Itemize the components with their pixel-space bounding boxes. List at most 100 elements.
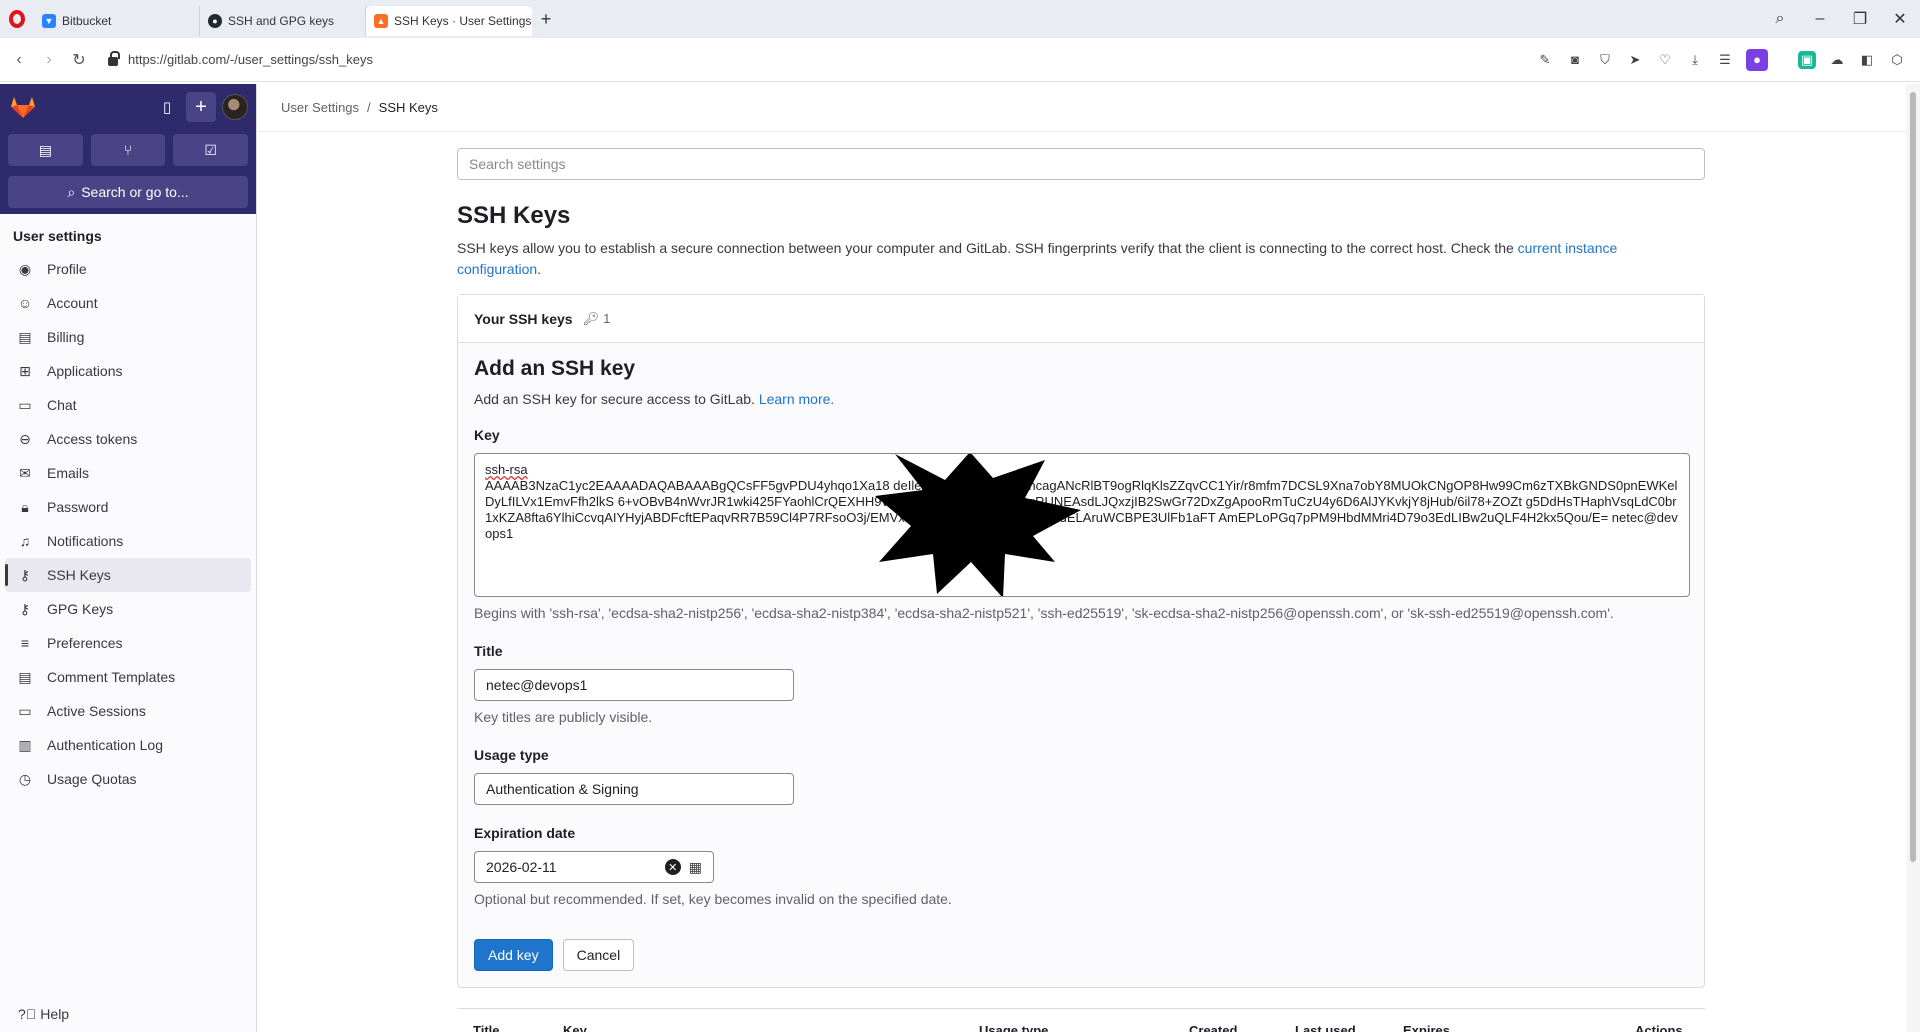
search-settings-input[interactable]: Search settings xyxy=(457,148,1705,180)
help-button[interactable]: ?⃝ Help xyxy=(18,1006,69,1022)
sidebar-item-chat[interactable]: ▭ Chat xyxy=(5,388,251,422)
browser-tab-gitlab[interactable]: ▲ SSH Keys · User Settings · G ✕ xyxy=(366,6,532,36)
comment-icon: ▤ xyxy=(18,668,32,685)
shield-icon[interactable]: ⛉ xyxy=(1596,51,1614,69)
back-icon[interactable]: ‹ xyxy=(4,51,34,69)
gitlab-favicon-icon: ▲ xyxy=(374,14,388,28)
sidebar-item-gpg-keys[interactable]: ⚷ GPG Keys xyxy=(5,592,251,626)
sidebar-section-title: User settings xyxy=(13,228,102,244)
merge-requests-icon[interactable]: ⑂ xyxy=(90,134,166,166)
expiration-date-label: Expiration date xyxy=(474,825,576,841)
sidebar-item-label: Password xyxy=(47,499,109,515)
monitor-icon: ▭ xyxy=(18,702,32,719)
gitlab-logo-icon[interactable] xyxy=(8,93,38,121)
browser-tab-github[interactable]: ● SSH and GPG keys xyxy=(200,6,366,36)
camera-icon[interactable]: ◙ xyxy=(1566,51,1584,69)
key-textarea[interactable]: ssh-rsa AAAAB3NzaC1yc2EAAAADAQABAAABgQCs… xyxy=(474,453,1690,597)
search-icon: ⌕ xyxy=(67,183,76,200)
sidebar-item-ssh-keys[interactable]: ⚷ SSH Keys xyxy=(5,558,251,592)
expiration-date-value: 2026-02-11 xyxy=(486,859,557,875)
sidebar-item-authentication-log[interactable]: ▥ Authentication Log xyxy=(5,728,251,762)
download-icon[interactable]: ⤓ xyxy=(1686,51,1704,69)
github-favicon-icon: ● xyxy=(208,14,222,28)
sidebar-item-emails[interactable]: ✉ Emails xyxy=(5,456,251,490)
sidebar-item-notifications[interactable]: ♫ Notifications xyxy=(5,524,251,558)
sidebar-item-billing[interactable]: ▤ Billing xyxy=(5,320,251,354)
breadcrumb: User Settings / SSH Keys xyxy=(258,84,1906,132)
forward-icon[interactable]: › xyxy=(34,51,64,69)
lock-icon xyxy=(108,51,120,66)
avatar[interactable] xyxy=(222,94,248,120)
minimize-window-icon[interactable]: – xyxy=(1800,10,1840,28)
sidebar-item-account[interactable]: ☺ Account xyxy=(5,286,251,320)
browser-tab-bitbucket[interactable]: ▼ Bitbucket xyxy=(34,6,200,36)
issues-icon[interactable]: ▤ xyxy=(8,134,83,166)
mail-icon: ✉ xyxy=(19,464,31,481)
key-icon: ⚷ xyxy=(19,566,31,583)
applications-icon: ⊞ xyxy=(19,362,31,379)
extension-colored-icon[interactable]: ◧ xyxy=(1858,51,1876,69)
page-scrollbar[interactable] xyxy=(1906,84,1920,1032)
create-new-button[interactable]: + xyxy=(186,92,216,122)
menu-icon[interactable]: ☰ xyxy=(1716,51,1734,69)
key-label: Key xyxy=(474,427,500,443)
sidebar-item-label: Preferences xyxy=(47,635,123,651)
restore-window-icon[interactable]: ❐ xyxy=(1840,9,1880,29)
sidebar-item-label: Access tokens xyxy=(47,431,138,447)
bitbucket-favicon-icon: ▼ xyxy=(42,14,56,28)
token-icon: ⊖ xyxy=(19,430,31,447)
cancel-button[interactable]: Cancel xyxy=(562,939,635,971)
card-title: Your SSH keys xyxy=(474,310,573,327)
preferences-icon: ≡ xyxy=(20,635,30,651)
breadcrumb-user-settings[interactable]: User Settings xyxy=(281,100,359,115)
breadcrumb-separator: / xyxy=(367,100,371,115)
chat-icon: ▭ xyxy=(18,396,32,413)
profile-icon: ◉ xyxy=(18,260,32,277)
toggle-sidebar-icon[interactable]: ▯ xyxy=(152,92,182,122)
log-icon: ▥ xyxy=(18,736,32,753)
sidebar-item-label: Account xyxy=(47,295,98,311)
add-key-button[interactable]: Add key xyxy=(474,939,553,971)
sidebar-item-comment-templates[interactable]: ▤ Comment Templates xyxy=(5,660,251,694)
profile-icon[interactable]: ● xyxy=(1746,48,1768,71)
sidebar-item-applications[interactable]: ⊞ Applications xyxy=(5,354,251,388)
todo-icon[interactable]: ☑ xyxy=(173,134,249,166)
key-icon: 🔑︎ xyxy=(582,310,600,326)
learn-more-link[interactable]: Learn more. xyxy=(759,391,834,407)
column-header-expires: Expires xyxy=(1403,1023,1450,1032)
sidebar-item-preferences[interactable]: ≡ Preferences xyxy=(5,626,251,660)
close-window-icon[interactable]: ✕ xyxy=(1880,9,1920,29)
sidebar-item-active-sessions[interactable]: ▭ Active Sessions xyxy=(5,694,251,728)
new-tab-button[interactable]: + xyxy=(532,9,560,30)
sidebar-item-label: Notifications xyxy=(47,533,124,549)
url-field[interactable]: https://gitlab.com/-/user_settings/ssh_k… xyxy=(108,51,373,67)
breadcrumb-ssh-keys[interactable]: SSH Keys xyxy=(379,100,438,115)
title-input[interactable]: netec@devops1 xyxy=(474,669,794,701)
form-heading: Add an SSH key xyxy=(474,357,636,380)
sidebar-item-usage-quotas[interactable]: ◷ Usage Quotas xyxy=(5,762,251,796)
sidebar-item-access-tokens[interactable]: ⊖ Access tokens xyxy=(5,422,251,456)
sidebar-item-profile[interactable]: ◉ Profile xyxy=(5,252,251,286)
expiration-date-input[interactable]: 2026-02-11 ✕ ▦ xyxy=(474,851,714,883)
heart-icon[interactable]: ♡ xyxy=(1656,51,1674,69)
ssh-keys-table-header: Title Key Usage type Created Last used E… xyxy=(457,1008,1705,1032)
account-icon: ☺ xyxy=(17,295,33,311)
edit-icon[interactable]: ✎ xyxy=(1536,51,1554,69)
title-label: Title xyxy=(474,643,503,659)
send-icon[interactable]: ➤ xyxy=(1626,51,1644,69)
usage-type-select[interactable]: Authentication & Signing xyxy=(474,773,794,805)
extension-icon[interactable]: ▣ xyxy=(1798,50,1816,69)
clear-date-icon[interactable]: ✕ xyxy=(664,859,681,875)
form-subtitle: Add an SSH key for secure access to GitL… xyxy=(474,391,835,407)
sidebar-item-password[interactable]: 🔒︎ Password xyxy=(5,490,251,524)
cloud-icon[interactable]: ☁ xyxy=(1828,51,1846,69)
calendar-icon[interactable]: ▦ xyxy=(689,859,702,876)
lock-icon: 🔒︎ xyxy=(21,498,29,515)
opera-menu-icon[interactable] xyxy=(0,0,34,38)
reload-icon[interactable]: ↻ xyxy=(64,50,94,70)
search-or-go-to-button[interactable]: ⌕ Search or go to... xyxy=(8,176,248,208)
sidebar-item-label: Profile xyxy=(47,261,87,277)
cube-icon[interactable]: ⬡ xyxy=(1888,51,1906,69)
search-tabs-icon[interactable]: ⌕ xyxy=(1760,10,1800,28)
redaction-mark xyxy=(875,454,1081,596)
